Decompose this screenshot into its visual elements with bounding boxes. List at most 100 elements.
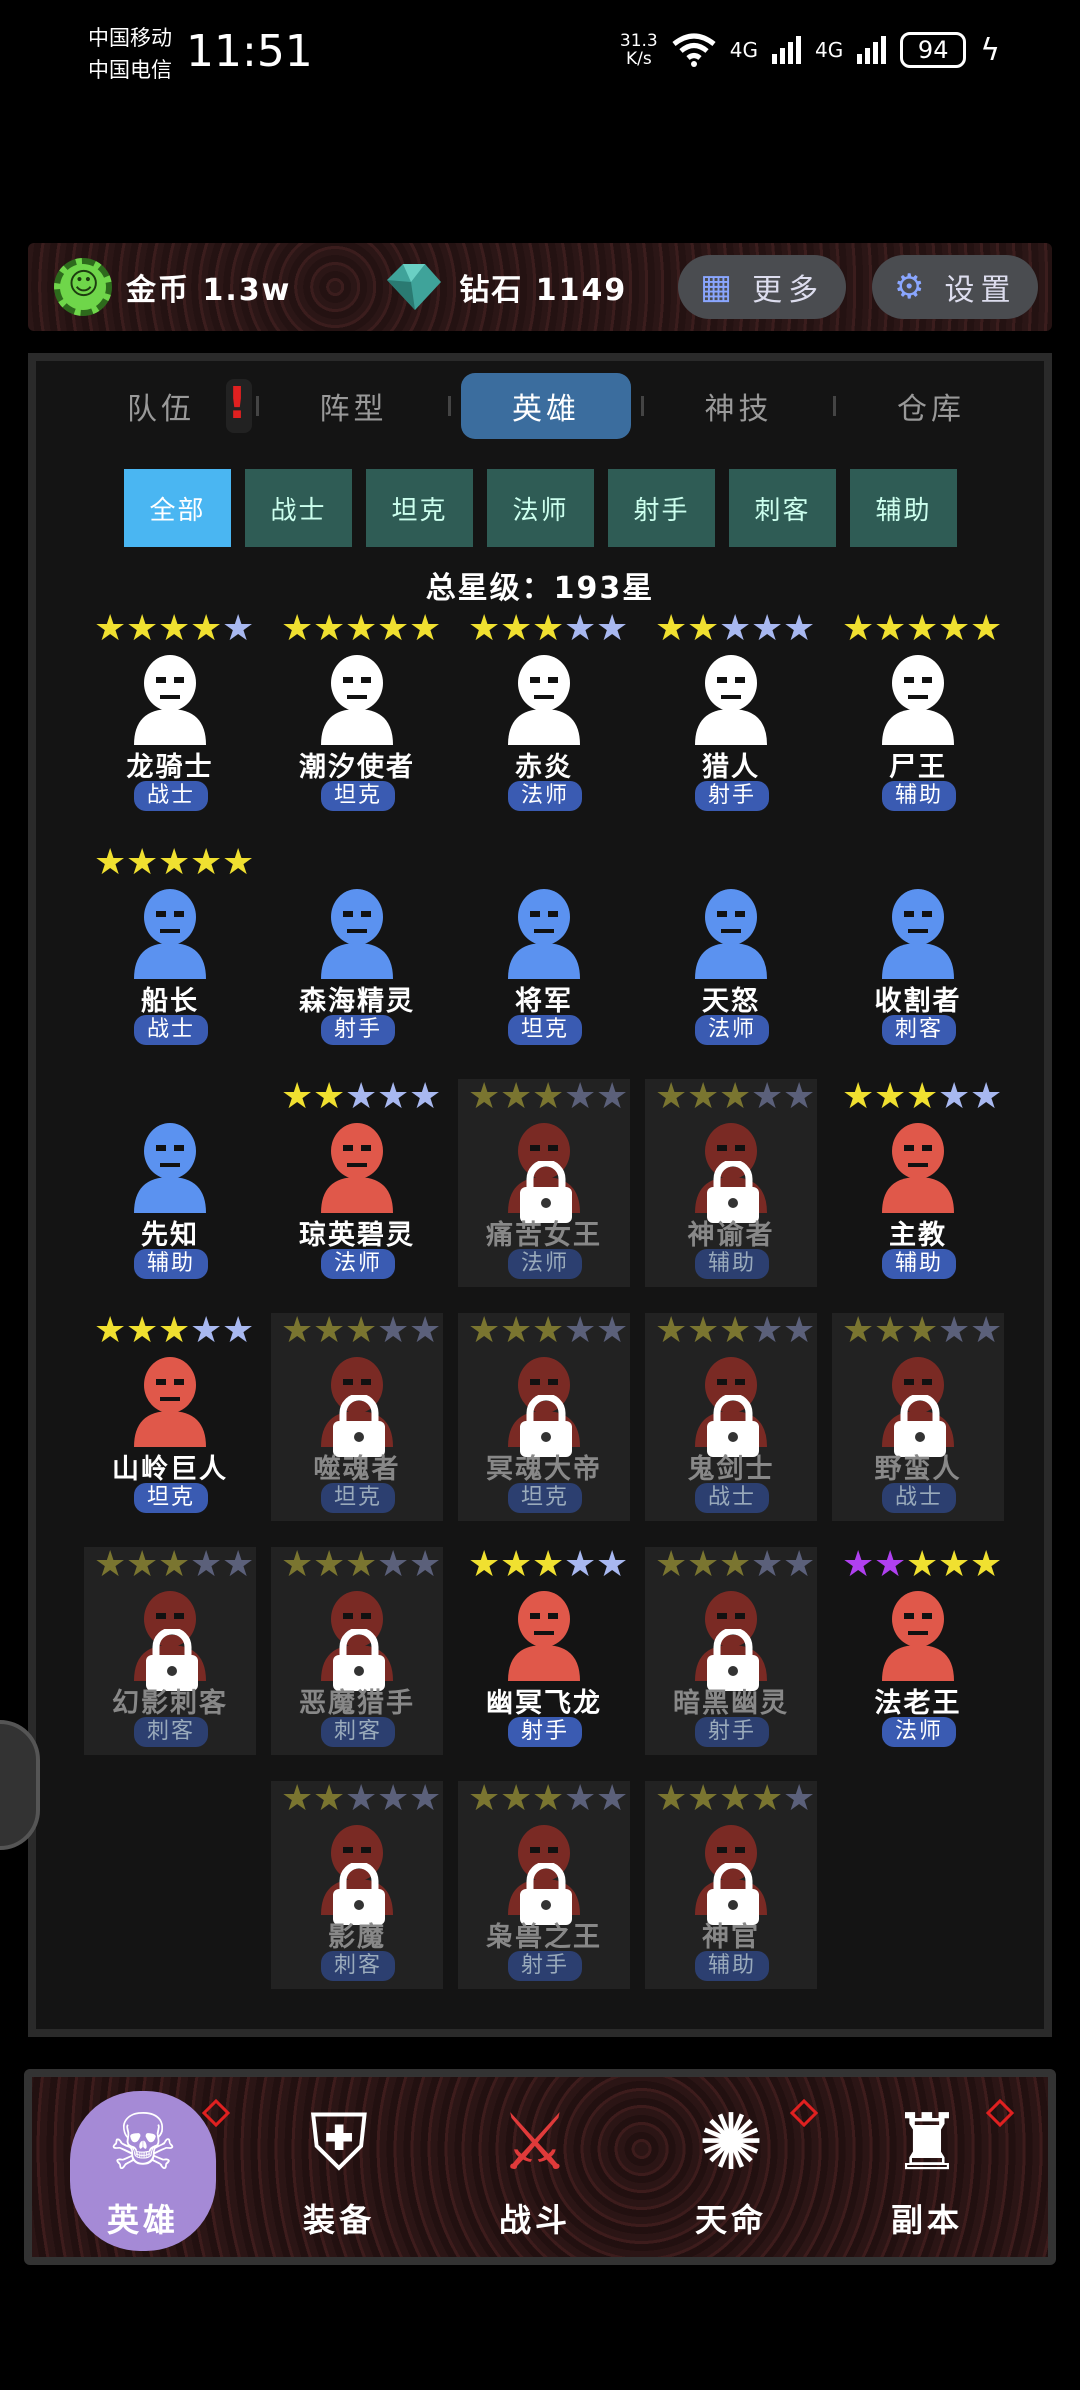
nav-dungeon[interactable]: ♜ 副本: [854, 2091, 1000, 2251]
hero-card[interactable]: ★ ★ ★ ★ ★ 神官 辅助: [645, 1781, 817, 1989]
hero-card[interactable]: ★ ★ ★ ★ ★ 尸王 辅助: [832, 611, 1004, 819]
star-icon: ★: [126, 608, 159, 649]
star-rating: ★ ★ ★ ★ ★: [842, 1547, 1002, 1583]
floating-ball-handle[interactable]: [0, 1720, 40, 1850]
star-rating: ★ ★ ★ ★ ★: [655, 1313, 815, 1349]
hero-card[interactable]: ★ ★ ★ ★ ★ 恶魔猎手 刺客: [271, 1547, 443, 1755]
star-icon: ★: [719, 608, 752, 649]
hero-card[interactable]: ★ ★ ★ ★ ★ 冥魂大帝 坦克: [458, 1313, 630, 1521]
star-rating: ★ ★ ★ ★ ★: [842, 1313, 1002, 1349]
star-icon: ★: [783, 1076, 816, 1117]
star-rating: ★ ★ ★ ★ ★: [94, 611, 254, 647]
star-icon: ★: [190, 608, 223, 649]
druid-icon: [695, 889, 767, 979]
star-icon: ★: [190, 1544, 223, 1585]
star-icon: ★: [938, 1544, 971, 1585]
star-icon: ★: [313, 1544, 346, 1585]
star-icon: ★: [532, 608, 565, 649]
star-icon: ★: [313, 1310, 346, 1351]
nav-battle[interactable]: ⚔ 战斗: [462, 2091, 608, 2251]
filter-support[interactable]: 辅助: [850, 469, 957, 547]
hero-card[interactable]: ★ ★ ★ ★ ★ 痛苦女王 法师: [458, 1079, 630, 1287]
nav-heroes[interactable]: ☠ 英雄: [70, 2091, 216, 2251]
hero-role-badge: 法师: [882, 1717, 956, 1747]
pharaoh-icon: [882, 1591, 954, 1681]
hero-card[interactable]: ★ ★ ★ ★ ★ 幻影刺客 刺客: [84, 1547, 256, 1755]
network-type-2: 4G: [814, 38, 844, 62]
hero-card[interactable]: ★ ★ ★ ★ ★ 船长 战士: [84, 845, 256, 1053]
hero-name: 龙骑士: [126, 752, 214, 783]
star-icon: ★: [345, 608, 378, 649]
hero-role-badge: 辅助: [695, 1249, 769, 1279]
hero-card[interactable]: ★ ★ ★ ★ ★ 枭兽之王 射手: [458, 1781, 630, 1989]
star-icon: ★: [783, 1310, 816, 1351]
hero-card[interactable]: ★ ★ ★ ★ ★ 山岭巨人 坦克: [84, 1313, 256, 1521]
hero-card[interactable]: ★ ★ ★ ★ ★ 潮汐使者 坦克: [271, 611, 443, 819]
star-rating: ★ ★ ★ ★ ★: [468, 611, 628, 647]
filter-tank[interactable]: 坦克: [366, 469, 473, 547]
hero-card[interactable]: 将军 坦克: [458, 845, 630, 1053]
hero-card[interactable]: ★ ★ ★ ★ ★ 幽冥飞龙 射手: [458, 1547, 630, 1755]
hero-name: 恶魔猎手: [299, 1688, 415, 1719]
bishop-icon: [882, 1123, 954, 1213]
notification-badge-icon: [201, 2098, 231, 2128]
hero-card[interactable]: ★ ★ ★ ★ ★ 赤炎 法师: [458, 611, 630, 819]
filter-assassin[interactable]: 刺客: [729, 469, 836, 547]
demon-mask-icon: [508, 655, 580, 745]
star-icon: ★: [596, 1778, 629, 1819]
star-rating: ★ ★ ★ ★ ★: [655, 1781, 815, 1817]
star-icon: ★: [751, 1544, 784, 1585]
filter-archer[interactable]: 射手: [608, 469, 715, 547]
hero-name: 鬼剑士: [687, 1454, 775, 1485]
hero-role-badge: 法师: [321, 1249, 395, 1279]
star-rating: ★ ★ ★ ★ ★: [281, 1313, 441, 1349]
hero-name: 潮汐使者: [299, 752, 415, 783]
star-rating: ★ ★ ★ ★ ★: [655, 1079, 815, 1115]
hero-card[interactable]: ★ ★ ★ ★ ★ 主教 辅助: [832, 1079, 1004, 1287]
hero-card[interactable]: ★ ★ ★ ★ ★ 神谕者 辅助: [645, 1079, 817, 1287]
tab-skills[interactable]: 神技: [654, 373, 824, 439]
prophet-icon: [134, 1123, 206, 1213]
hero-card[interactable]: ★ ★ ★ ★ ★ 野蛮人 战士: [832, 1313, 1004, 1521]
hero-card[interactable]: 森海精灵 射手: [271, 845, 443, 1053]
star-icon: ★: [719, 1544, 752, 1585]
star-icon: ★: [719, 1076, 752, 1117]
hero-name: 将军: [515, 986, 573, 1017]
star-rating: ★ ★ ★ ★ ★: [655, 611, 815, 647]
filter-all[interactable]: 全部: [124, 469, 231, 547]
hero-card[interactable]: 收割者 刺客: [832, 845, 1004, 1053]
hero-card[interactable]: ★ ★ ★ ★ ★ 琼英碧灵 法师: [271, 1079, 443, 1287]
reaper-icon: [882, 889, 954, 979]
crossed-swords-icon: ⚔: [500, 2098, 570, 2188]
tab-formation[interactable]: 阵型: [269, 373, 439, 439]
nav-fate[interactable]: ✺ 天命: [658, 2091, 804, 2251]
hero-card[interactable]: 先知 辅助: [84, 1079, 256, 1287]
more-button[interactable]: ▦ 更多: [678, 255, 847, 319]
filter-warrior[interactable]: 战士: [245, 469, 352, 547]
tab-team[interactable]: 队伍!: [76, 373, 252, 439]
tab-warehouse[interactable]: 仓库: [846, 373, 1016, 439]
hero-card[interactable]: ★ ★ ★ ★ ★ 猎人 射手: [645, 611, 817, 819]
star-icon: ★: [345, 1310, 378, 1351]
star-rating: ★ ★ ★ ★ ★: [468, 1313, 628, 1349]
filter-mage[interactable]: 法师: [487, 469, 594, 547]
castle-icon: ♜: [892, 2098, 962, 2188]
settings-button[interactable]: ⚙ 设置: [872, 255, 1039, 319]
hero-card[interactable]: ★ ★ ★ ★ ★ 暗黑幽灵 射手: [645, 1547, 817, 1755]
hero-card[interactable]: 天怒 法师: [645, 845, 817, 1053]
hero-role-badge: 坦克: [321, 1483, 395, 1513]
hero-name: 先知: [141, 1220, 199, 1251]
hero-card[interactable]: ★ ★ ★ ★ ★ 鬼剑士 战士: [645, 1313, 817, 1521]
tab-heroes[interactable]: 英雄: [461, 373, 631, 439]
hero-role-badge: 射手: [508, 1951, 582, 1981]
star-icon: ★: [500, 1778, 533, 1819]
star-icon: ★: [281, 608, 314, 649]
hero-card[interactable]: ★ ★ ★ ★ ★ 影魔 刺客: [271, 1781, 443, 1989]
nav-equipment[interactable]: ⛨ 装备: [266, 2091, 412, 2251]
nav-label: 英雄: [106, 2201, 179, 2239]
hero-role-badge: 法师: [508, 781, 582, 811]
star-icon: ★: [751, 1310, 784, 1351]
hero-card[interactable]: ★ ★ ★ ★ ★ 噬魂者 坦克: [271, 1313, 443, 1521]
hero-card[interactable]: ★ ★ ★ ★ ★ 法老王 法师: [832, 1547, 1004, 1755]
hero-card[interactable]: ★ ★ ★ ★ ★ 龙骑士 战士: [84, 611, 256, 819]
